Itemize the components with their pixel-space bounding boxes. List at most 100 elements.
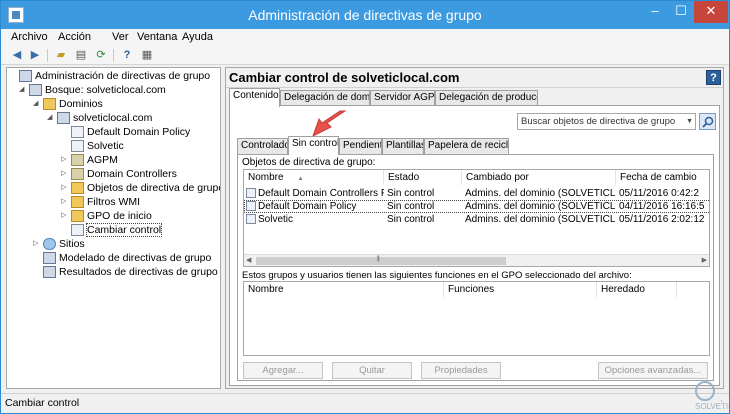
help-icon[interactable]: ? xyxy=(706,70,721,85)
gpo-section-label: Objetos de directiva de grupo: xyxy=(242,157,376,168)
tree-item-default-domain-policy[interactable]: Default Domain Policy xyxy=(61,125,190,139)
horizontal-scrollbar[interactable]: ◀ ||| ▶ xyxy=(244,254,709,266)
results-icon xyxy=(43,266,56,278)
expand-icon[interactable]: ▷ xyxy=(61,181,71,195)
tab-delegacion-dominio[interactable]: Delegación de dominio xyxy=(280,90,370,106)
tree-item-results[interactable]: Resultados de directivas de grupo xyxy=(33,265,218,279)
scroll-left-icon[interactable]: ◀ xyxy=(246,256,251,264)
tree-item-agpm[interactable]: ▷ AGPM xyxy=(61,153,118,167)
roles-table: Nombre Funciones Heredado xyxy=(243,281,710,356)
svg-text:SOLVETIC: SOLVETIC xyxy=(695,402,729,411)
table-row[interactable]: Default Domain Controllers Policy Sin co… xyxy=(244,187,709,200)
console-tree-icon[interactable]: ▦ xyxy=(139,48,155,63)
tab-plantillas[interactable]: Plantillas xyxy=(382,138,424,154)
maximize-button[interactable]: ☐ xyxy=(668,1,694,23)
advanced-options-button[interactable]: Opciones avanzadas... xyxy=(598,362,708,379)
expand-icon[interactable]: ▷ xyxy=(33,237,43,251)
tree-item-domain-controllers[interactable]: ▷ Domain Controllers xyxy=(61,167,177,181)
forest-icon xyxy=(29,84,42,96)
tree-item-solvetic[interactable]: Solvetic xyxy=(61,139,124,153)
gpo-search-input[interactable]: Buscar objetos de directiva de grupo ▼ xyxy=(517,113,696,130)
table-row[interactable]: Solvetic Sin control Admins. del dominio… xyxy=(244,213,709,226)
column-header-nombre[interactable]: Nombre ▲ xyxy=(244,170,384,185)
collapse-icon[interactable]: ◢ xyxy=(33,97,43,111)
tree-item-sites[interactable]: ▷ Sitios xyxy=(33,237,85,251)
modeling-icon xyxy=(43,252,56,264)
properties-icon[interactable]: ▤ xyxy=(73,48,89,63)
minimize-button[interactable]: – xyxy=(642,1,668,23)
gpo-link-icon xyxy=(71,126,84,138)
folder-icon xyxy=(71,210,84,222)
tree-item-forest[interactable]: ◢ Bosque: solveticlocal.com xyxy=(19,83,166,97)
help-icon[interactable]: ? xyxy=(119,48,135,63)
scroll-grip-icon: ||| xyxy=(377,256,380,262)
tab-controlado[interactable]: Controlado xyxy=(237,138,288,154)
column-header-nombre[interactable]: Nombre xyxy=(244,282,444,297)
change-control-icon xyxy=(71,224,84,236)
scroll-right-icon[interactable]: ▶ xyxy=(702,256,707,264)
properties-button[interactable]: Propiedades xyxy=(421,362,501,379)
tree-item-starter-gpos[interactable]: ▷ GPO de inicio xyxy=(61,209,152,223)
domain-icon xyxy=(57,112,70,124)
gpo-link-icon xyxy=(71,140,84,152)
folder-icon xyxy=(71,196,84,208)
sort-ascending-icon: ▲ xyxy=(297,176,304,182)
column-header-heredado[interactable]: Heredado xyxy=(597,282,677,297)
tab-delegacion-produccion[interactable]: Delegación de producción xyxy=(435,90,538,106)
add-button[interactable]: Agregar... xyxy=(243,362,323,379)
menu-archivo[interactable]: Archivo xyxy=(11,31,48,43)
sin-control-panel: Objetos de directiva de grupo: Nombre ▲ E… xyxy=(237,154,714,381)
scroll-thumb[interactable] xyxy=(256,257,506,265)
forward-icon[interactable]: ▶ xyxy=(27,48,43,63)
tree-item-wmi-filters[interactable]: ▷ Filtros WMI xyxy=(61,195,140,209)
menu-ventana[interactable]: Ventana xyxy=(137,31,177,43)
menu-ver[interactable]: Ver xyxy=(112,31,129,43)
collapse-icon[interactable]: ◢ xyxy=(47,111,57,125)
tree-item-domain[interactable]: ◢ solveticlocal.com xyxy=(47,111,152,125)
chevron-down-icon[interactable]: ▼ xyxy=(686,114,693,129)
toolbar: ◀ ▶ ▰ ▤ ⟳ ? ▦ xyxy=(1,47,729,65)
table-row-selected[interactable]: Default Domain Policy Sin control Admins… xyxy=(244,200,709,213)
folder-up-icon[interactable]: ▰ xyxy=(53,48,69,63)
column-header-fecha[interactable]: Fecha de cambio xyxy=(616,170,709,185)
menu-ayuda[interactable]: Ayuda xyxy=(182,31,213,43)
tree-item-change-control[interactable]: Cambiar control xyxy=(61,223,163,237)
tab-servidor-agpm[interactable]: Servidor AGPM xyxy=(370,90,435,106)
folder-icon xyxy=(71,182,84,194)
tree-item-gpo-objects[interactable]: ▷ Objetos de directiva de grupo xyxy=(61,181,220,195)
status-bar: Cambiar control ⋰ xyxy=(1,393,729,413)
ou-icon xyxy=(71,168,84,180)
column-header-estado[interactable]: Estado xyxy=(384,170,462,185)
tree-item-domains[interactable]: ◢ Dominios xyxy=(33,97,103,111)
search-button[interactable] xyxy=(699,113,716,130)
collapse-icon[interactable]: ◢ xyxy=(19,83,29,97)
sub-tabs: Controlado Sin control Pendiente Plantil… xyxy=(237,136,714,155)
refresh-icon[interactable]: ⟳ xyxy=(93,48,109,63)
roles-section-label: Estos grupos y usuarios tienen las sigui… xyxy=(242,270,632,281)
expand-icon[interactable]: ▷ xyxy=(61,167,71,181)
tree-item-gpmc[interactable]: Administración de directivas de grupo xyxy=(9,69,210,83)
solvetic-watermark-logo: SOLVETIC xyxy=(695,381,729,411)
tab-sin-control[interactable]: Sin control xyxy=(288,136,339,155)
back-icon[interactable]: ◀ xyxy=(9,48,25,63)
window-title: Administración de directivas de grupo xyxy=(248,7,482,23)
remove-button[interactable]: Quitar xyxy=(332,362,412,379)
folder-icon xyxy=(43,98,56,110)
toolbar-separator xyxy=(47,49,48,62)
tab-papelera[interactable]: Papelera de reciclaje xyxy=(424,138,509,154)
search-icon xyxy=(702,116,714,128)
title-bar: Administración de directivas de grupo – … xyxy=(1,1,729,29)
expand-icon[interactable]: ▷ xyxy=(61,195,71,209)
menu-accion[interactable]: Acción xyxy=(58,31,91,43)
gpo-icon xyxy=(246,214,256,224)
tree-item-modeling[interactable]: Modelado de directivas de grupo xyxy=(33,251,211,265)
menu-bar: Archivo Acción Ver Ventana Ayuda xyxy=(1,29,729,47)
close-button[interactable]: ✕ xyxy=(694,1,728,23)
tab-contenido[interactable]: Contenido xyxy=(229,88,280,107)
column-header-funciones[interactable]: Funciones xyxy=(444,282,597,297)
expand-icon[interactable]: ▷ xyxy=(61,209,71,223)
contenido-panel: Buscar objetos de directiva de grupo ▼ C… xyxy=(229,105,720,386)
tab-pendiente[interactable]: Pendiente xyxy=(339,138,382,154)
expand-icon[interactable]: ▷ xyxy=(61,153,71,167)
column-header-cambiado-por[interactable]: Cambiado por xyxy=(462,170,616,185)
